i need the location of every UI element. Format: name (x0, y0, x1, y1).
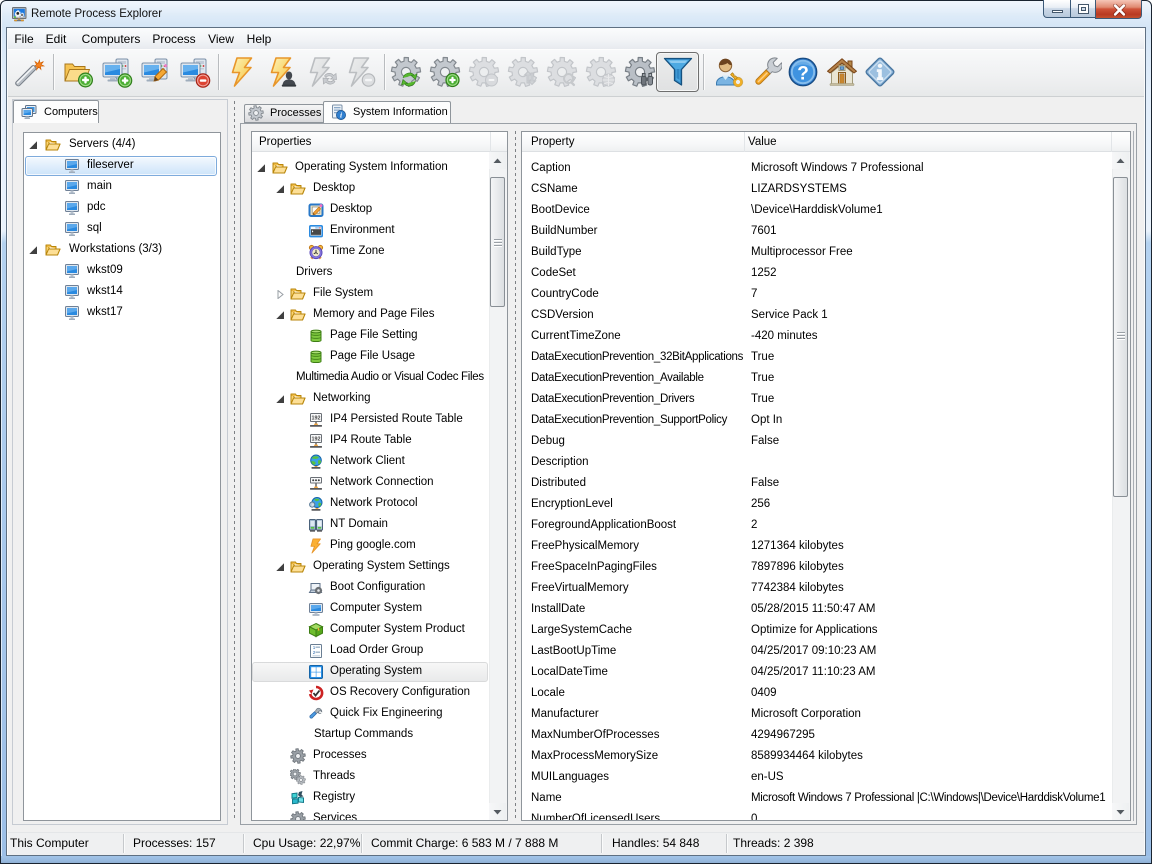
svg-text:192: 192 (312, 416, 321, 422)
svg-text:192: 192 (312, 437, 321, 443)
svg-text:2: 2 (313, 650, 316, 655)
svg-text:?: ? (797, 64, 809, 85)
